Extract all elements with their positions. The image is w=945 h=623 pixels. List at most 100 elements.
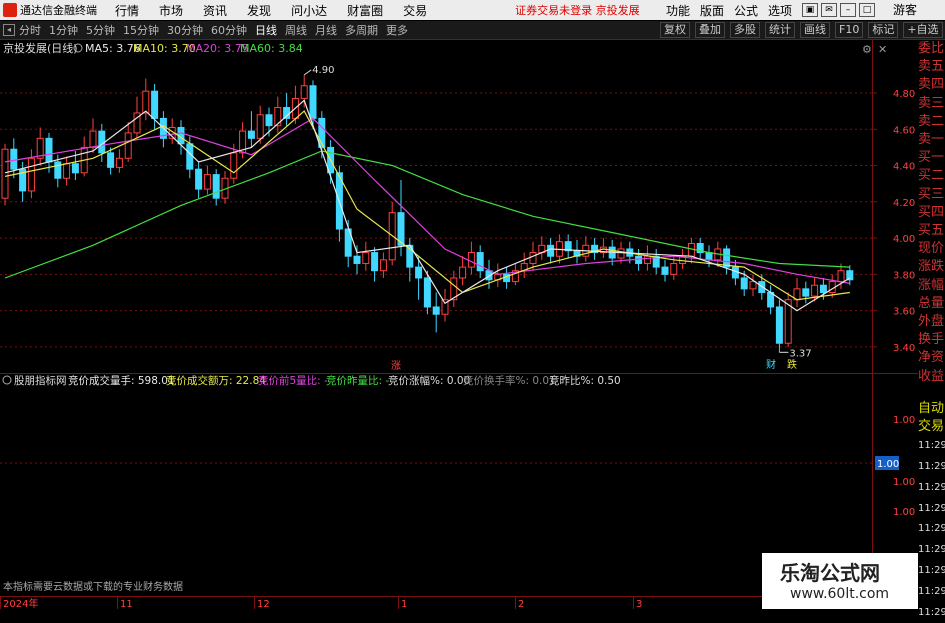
period-5min[interactable]: 5分钟: [86, 22, 115, 38]
quote-field-label: 卖一: [918, 132, 945, 148]
adjust-button[interactable]: 复权: [660, 22, 690, 38]
multi-stock-button[interactable]: 多股: [730, 22, 760, 38]
candle-body: [379, 259, 387, 272]
f10-button[interactable]: F10: [835, 22, 864, 38]
sub-legend-toggle-icon[interactable]: [2, 375, 12, 385]
finance-marker: 财: [766, 358, 776, 371]
trade-time: 11:29: [918, 565, 945, 577]
auction-amount-label: 竞价成交额万: 22.84: [166, 374, 266, 387]
candle-body: [740, 277, 748, 290]
menu-function[interactable]: 功能: [666, 2, 690, 19]
trade-time: 11:29: [918, 461, 945, 473]
trade-time: 11:29: [918, 481, 945, 493]
watermark: 乐淘公式网 www.60lt.com: [762, 553, 918, 609]
period-30min[interactable]: 30分钟: [167, 22, 203, 38]
date-tick-label: 12: [257, 599, 270, 609]
draw-button[interactable]: 画线: [800, 22, 830, 38]
stats-button[interactable]: 统计: [765, 22, 795, 38]
menu-discover[interactable]: 发现: [247, 2, 271, 19]
date-tick-label: 11: [120, 599, 133, 609]
high-price-label: 4.90: [312, 65, 334, 76]
menu-market[interactable]: 市场: [159, 2, 183, 19]
menu-news[interactable]: 资讯: [203, 2, 227, 19]
period-multi[interactable]: 多周期: [345, 22, 378, 38]
menu-options[interactable]: 选项: [768, 2, 792, 19]
overlay-button[interactable]: 叠加: [695, 22, 725, 38]
quote-field-label: 卖五: [918, 59, 945, 75]
period-1min[interactable]: 1分钟: [49, 22, 78, 38]
menu-wealth[interactable]: 财富圈: [347, 2, 383, 19]
trade-header-trade[interactable]: 交易: [918, 418, 945, 436]
candle-body: [89, 130, 97, 148]
window-icon[interactable]: □: [859, 3, 876, 17]
title-bar: 通达信金融终端 行情 市场 资讯 发现 问小达 财富圈 交易 证券交易未登录 京…: [0, 0, 945, 20]
minimize-icon[interactable]: –: [840, 3, 857, 17]
price-tick-label: 4.60: [893, 125, 915, 136]
price-tick-label: 3.40: [893, 343, 915, 354]
price-tick-label: 3.60: [893, 307, 915, 318]
trade-header-auto[interactable]: 自动: [918, 400, 945, 418]
footnote: 本指标需要云数据或下载的专业财务数据: [3, 580, 183, 593]
main-menu: 行情 市场 资讯 发现 问小达 财富圈 交易: [115, 2, 447, 19]
app-logo-icon: [3, 3, 17, 17]
login-notice[interactable]: 证券交易未登录 京投发展: [515, 2, 640, 18]
period-more[interactable]: 更多: [386, 22, 408, 38]
candle-body: [115, 157, 123, 168]
quote-field-label: 买一: [918, 150, 945, 166]
close-icon[interactable]: ✕: [878, 43, 887, 56]
price-tick-label: 4.20: [893, 198, 915, 209]
candle-body: [10, 148, 18, 170]
stock-name-label: 京投发展(日线): [3, 41, 78, 55]
mark-button[interactable]: 标记: [868, 22, 899, 38]
auction-turnover-label: 竞价换手率%: 0.01: [463, 374, 556, 387]
quote-field-label: 委比: [918, 41, 945, 56]
candle-body: [247, 130, 255, 139]
back-icon[interactable]: ◂: [3, 24, 15, 36]
period-daily[interactable]: 日线: [255, 22, 277, 38]
menu-trade[interactable]: 交易: [403, 2, 427, 19]
candle-body: [212, 174, 220, 199]
candle-body: [265, 114, 273, 127]
candle-body: [547, 244, 555, 257]
settings-icon[interactable]: ⚙: [862, 43, 872, 56]
candle-body: [819, 284, 827, 293]
candle-body: [309, 85, 317, 119]
ma60-label: MA60: 3.84: [240, 42, 303, 55]
candle-body: [661, 266, 669, 275]
period-60min[interactable]: 60分钟: [211, 22, 247, 38]
menu-formula[interactable]: 公式: [734, 2, 758, 19]
menu-layout[interactable]: 版面: [700, 2, 724, 19]
period-bar: ◂ 分时 1分钟 5分钟 15分钟 30分钟 60分钟 日线 周线 月线 多周期…: [0, 21, 945, 40]
date-axis: 2024年 11 12 1 2 3: [0, 596, 642, 609]
add-watchlist-button[interactable]: +自选: [903, 22, 943, 38]
period-weekly[interactable]: 周线: [285, 22, 307, 38]
candle-body: [705, 252, 713, 261]
quote-field-label: 买二: [918, 168, 945, 184]
quote-field-label: 换手: [918, 332, 945, 348]
quote-field-label: 卖三: [918, 95, 945, 111]
trade-time: 11:29: [918, 502, 945, 514]
candle-body: [529, 252, 537, 264]
kline-chart[interactable]: 4.80 4.60 4.40 4.20 4.00 3.80 3.60 3.40 京投发展(日线…: [0, 40, 918, 609]
guest-label[interactable]: 游客: [893, 0, 917, 20]
ma60-line: [4, 150, 850, 279]
auction-change-label: 竞价涨幅%: 0.00: [388, 374, 470, 387]
candle-body: [256, 114, 264, 139]
period-intraday[interactable]: 分时: [19, 22, 41, 38]
candle-body: [423, 277, 431, 308]
candle-body: [98, 130, 106, 154]
skin-icon[interactable]: ▣: [802, 3, 819, 17]
period-monthly[interactable]: 月线: [315, 22, 337, 38]
candle-body: [476, 252, 484, 272]
date-tick-label: 1: [401, 599, 407, 609]
quote-field-label: 外盘: [918, 314, 945, 330]
period-15min[interactable]: 15分钟: [123, 22, 159, 38]
sub-axis-tick: 1.00: [893, 477, 915, 488]
menu-ask[interactable]: 问小达: [291, 2, 327, 19]
auction-vol-ratio-label: 竞价昨量比: -: [326, 374, 389, 387]
date-tick-label: 2: [518, 599, 524, 609]
menu-quotes[interactable]: 行情: [115, 2, 139, 19]
message-icon[interactable]: ✉: [821, 3, 838, 17]
candle-body: [107, 152, 115, 168]
sub-axis-tick: 1.00: [893, 415, 915, 426]
